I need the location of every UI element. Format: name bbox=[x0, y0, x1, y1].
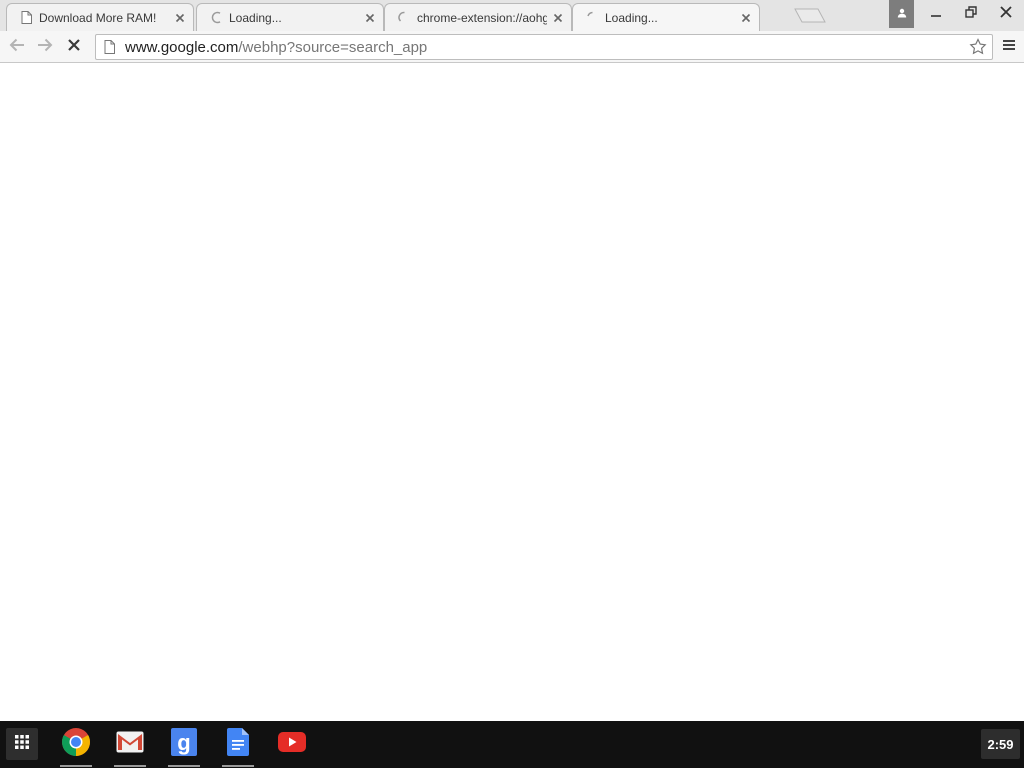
tab-loading-1[interactable]: Loading... bbox=[196, 3, 384, 31]
minimize-button[interactable] bbox=[919, 0, 953, 28]
tab-close-icon[interactable] bbox=[173, 11, 187, 25]
minimize-icon bbox=[930, 5, 942, 23]
tab-title: chrome-extension://aohg bbox=[417, 10, 547, 25]
tab-title: Download More RAM! bbox=[39, 10, 157, 25]
close-window-button[interactable] bbox=[989, 0, 1023, 28]
running-indicator bbox=[168, 765, 200, 767]
new-tab-button[interactable] bbox=[794, 8, 826, 23]
running-indicator bbox=[222, 765, 254, 767]
spinner-icon bbox=[585, 11, 599, 25]
svg-text:g: g bbox=[177, 730, 190, 755]
shelf-app-google-search[interactable]: g bbox=[167, 727, 201, 767]
page-icon bbox=[19, 11, 33, 25]
omnibox[interactable]: www.google.com/webhp?source=search_app bbox=[95, 34, 993, 60]
spinner-icon bbox=[397, 11, 411, 25]
forward-arrow-icon bbox=[36, 37, 54, 58]
shelf-app-gmail[interactable] bbox=[113, 727, 147, 767]
tab-chrome-extension[interactable]: chrome-extension://aohg bbox=[384, 3, 572, 31]
status-clock[interactable]: 2:59 bbox=[981, 729, 1020, 759]
forward-button[interactable] bbox=[33, 35, 57, 59]
shelf-app-youtube[interactable] bbox=[275, 727, 309, 761]
profile-button[interactable] bbox=[889, 0, 914, 28]
back-button[interactable] bbox=[5, 35, 29, 59]
docs-icon bbox=[227, 727, 249, 761]
youtube-icon bbox=[278, 731, 306, 757]
tab-loading-2[interactable]: Loading... bbox=[572, 3, 760, 31]
page-content bbox=[0, 64, 1024, 721]
google-search-icon: g bbox=[171, 727, 197, 761]
page-icon bbox=[102, 39, 116, 55]
back-arrow-icon bbox=[8, 37, 26, 58]
shelf-app-docs[interactable] bbox=[221, 727, 255, 767]
tab-close-icon[interactable] bbox=[739, 11, 753, 25]
tab-strip: Download More RAM! Loading... chrome-ext… bbox=[0, 0, 1024, 31]
running-indicator bbox=[114, 765, 146, 767]
url-host: www.google.com bbox=[125, 38, 239, 56]
restore-icon bbox=[965, 5, 977, 23]
menu-button[interactable] bbox=[997, 35, 1021, 59]
shelf: g 2:59 bbox=[0, 721, 1024, 768]
profile-icon bbox=[897, 5, 907, 23]
app-grid-icon bbox=[14, 734, 30, 755]
app-launcher-button[interactable] bbox=[6, 728, 38, 760]
url-path: /webhp?source=search_app bbox=[238, 38, 428, 56]
running-indicator bbox=[60, 765, 92, 767]
tab-close-icon[interactable] bbox=[551, 11, 565, 25]
shelf-app-chrome[interactable] bbox=[59, 727, 93, 767]
menu-icon bbox=[1002, 38, 1016, 57]
omnibox-url[interactable]: www.google.com/webhp?source=search_app bbox=[125, 39, 427, 56]
stop-icon bbox=[67, 38, 81, 57]
spinner-icon bbox=[209, 11, 223, 25]
gmail-icon bbox=[116, 731, 144, 758]
star-icon[interactable] bbox=[968, 37, 988, 57]
stop-button[interactable] bbox=[62, 35, 86, 59]
close-icon bbox=[1000, 5, 1012, 23]
browser-toolbar: www.google.com/webhp?source=search_app bbox=[0, 31, 1024, 63]
tab-title: Loading... bbox=[229, 10, 282, 25]
tab-close-icon[interactable] bbox=[363, 11, 377, 25]
restore-button[interactable] bbox=[954, 0, 988, 28]
chrome-icon bbox=[61, 727, 91, 762]
tab-download-more-ram[interactable]: Download More RAM! bbox=[6, 3, 194, 31]
tab-title: Loading... bbox=[605, 10, 658, 25]
